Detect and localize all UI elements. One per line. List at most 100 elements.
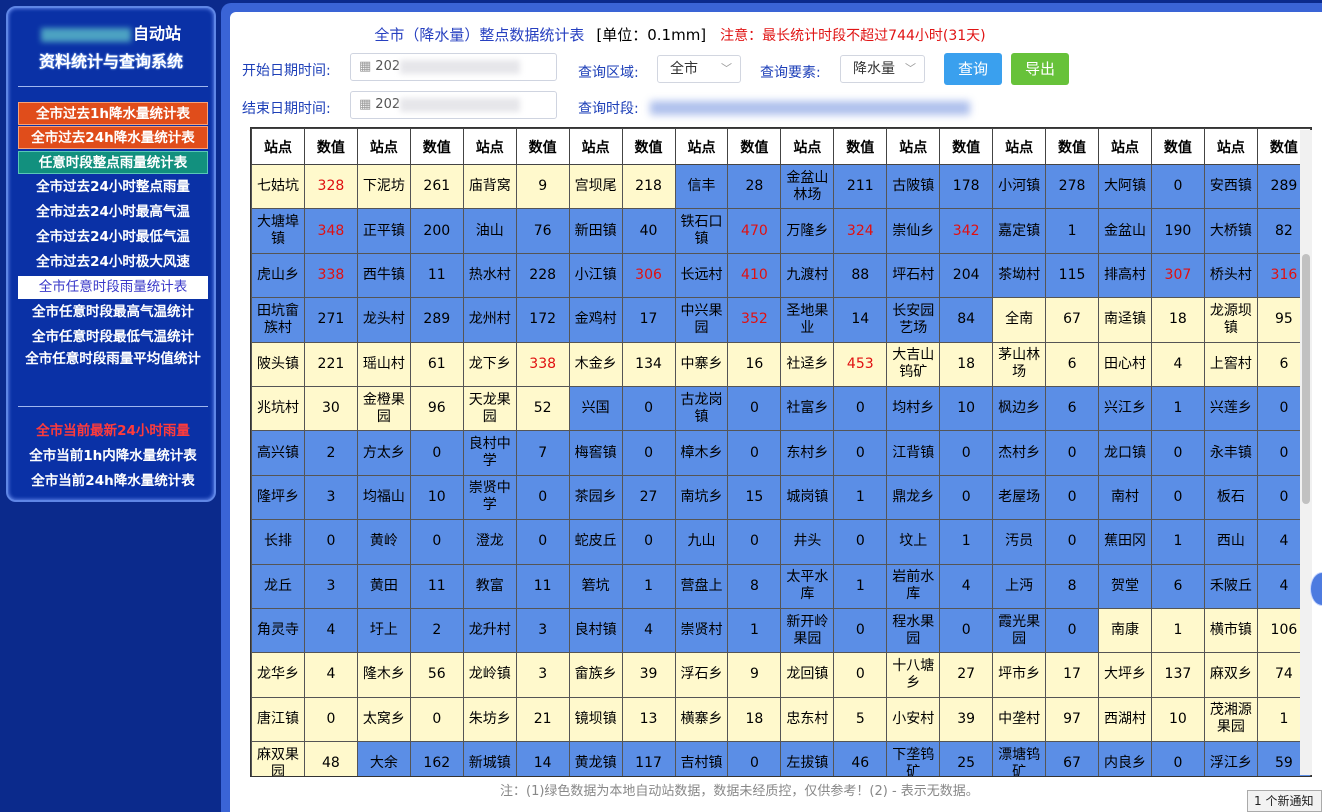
station-cell: 霞光果园 xyxy=(992,607,1047,654)
value-text: 0 xyxy=(644,400,653,417)
station-cell: 虎山乡 xyxy=(251,252,305,299)
menu-item-any-period-min-temp[interactable]: 全市任意时段最低气温统计 xyxy=(18,326,208,349)
table-row: 麻双果园 48 大余 162 新城镇 14 黄龙镇 117 吉村镇 0 左拔镇 46 下垄钨矿 25 漂塘钨… xyxy=(251,741,1311,776)
value-text: 0 xyxy=(749,533,759,550)
menu-item-24h-max-temp[interactable]: 全市过去24小时最高气温 xyxy=(18,201,208,224)
value-text: 338 xyxy=(317,266,345,283)
table-row: 长排 0 黄岭 0 澄龙 0 蛇皮丘 0 九山 0 井头 0 坟上 1 汚员 0 蕉田冈 1 西山 4 xyxy=(251,519,1311,565)
value-cell: 84 xyxy=(939,297,994,343)
value-cell: 9 xyxy=(515,163,570,210)
station-cell: 兆坑村 xyxy=(251,385,305,432)
value-text: 221 xyxy=(317,355,345,372)
col-value: 数值 xyxy=(303,128,358,165)
station-cell: 澄龙 xyxy=(462,519,517,565)
menu-item-any-period-hourly[interactable]: 任意时段整点雨量统计表 xyxy=(18,151,208,174)
station-cell: 禾陂丘 xyxy=(1203,563,1258,609)
start-date-input[interactable]: ▦ 202 xyxy=(350,53,557,81)
value-text: 30 xyxy=(321,400,340,417)
value-cell: 39 xyxy=(621,652,676,698)
value-cell: 218 xyxy=(621,163,676,210)
menu-item-24h-max-wind[interactable]: 全市过去24小时极大风速 xyxy=(18,251,208,274)
value-cell: 0 xyxy=(939,474,994,521)
value-text: 328 xyxy=(317,178,345,195)
value-cell: 10 xyxy=(409,474,464,521)
value-text: 7 xyxy=(538,444,548,461)
value-text: 88 xyxy=(851,266,870,283)
station-cell: 永丰镇 xyxy=(1203,430,1258,476)
menu-item-24h-min-temp[interactable]: 全市过去24小时最低气温 xyxy=(18,226,208,249)
scrollbar-thumb[interactable] xyxy=(1302,254,1310,504)
station-cell: 小安村 xyxy=(886,696,941,743)
station-cell: 坟上 xyxy=(886,519,941,565)
station-cell: 十八塘乡 xyxy=(886,652,941,698)
end-date-input[interactable]: ▦ 202 xyxy=(350,91,557,119)
value-cell: 15 xyxy=(727,474,782,521)
value-cell: 27 xyxy=(621,474,676,521)
menu-item-any-period-rain-avg[interactable]: 全市任意时段雨量平均值统计 xyxy=(18,350,208,390)
menu-item-current-24h-rain[interactable]: 全市当前24h降水量统计表 xyxy=(18,470,208,493)
station-cell: 庙背窝 xyxy=(462,163,517,210)
value-cell: 0 xyxy=(303,696,358,743)
value-cell: 1 xyxy=(621,563,676,609)
value-cell: 0 xyxy=(1150,430,1205,476)
divider xyxy=(18,86,208,87)
value-cell: 0 xyxy=(727,519,782,565)
station-cell: 龙华乡 xyxy=(251,652,305,698)
menu-item-24h-hourly-rain[interactable]: 全市过去24小时整点雨量 xyxy=(18,176,208,199)
value-cell: 117 xyxy=(621,741,676,776)
value-cell: 1 xyxy=(833,474,888,521)
area-select[interactable]: 全市 ﹀ xyxy=(657,55,741,83)
value-cell: 4 xyxy=(621,607,676,654)
value-cell: 134 xyxy=(621,341,676,387)
menu-item-current-1h-rain[interactable]: 全市当前1h内降水量统计表 xyxy=(18,445,208,468)
end-date-value: 202 xyxy=(375,97,401,112)
value-text: 25 xyxy=(957,755,976,772)
menu-item-any-period-max-temp[interactable]: 全市任意时段最高气温统计 xyxy=(18,301,208,324)
value-text: 95 xyxy=(1274,311,1293,328)
value-cell: 0 xyxy=(515,474,570,521)
value-cell: 4 xyxy=(1150,341,1205,387)
notification-toast[interactable]: 1 个新通知 xyxy=(1247,790,1322,812)
station-cell: 金盆山林场 xyxy=(780,163,835,210)
value-cell: 0 xyxy=(515,519,570,565)
value-cell: 5 xyxy=(833,696,888,743)
col-station: 站点 xyxy=(992,128,1047,165)
query-button[interactable]: 查询 xyxy=(944,53,1002,85)
menu-item-any-period-rain[interactable]: 全市任意时段雨量统计表 xyxy=(18,276,208,299)
value-cell: 2 xyxy=(303,430,358,476)
value-text: 0 xyxy=(1173,444,1183,461)
value-text: 324 xyxy=(846,222,874,239)
table-body: 七姑坑 328 下泥坊 261 庙背窝 9 宫坝尾 218 信丰 28 金盆山林场 211 古陂镇 178… xyxy=(251,163,1311,776)
start-date-value: 202 xyxy=(375,59,401,74)
value-cell: 67 xyxy=(1045,741,1099,776)
value-text: 134 xyxy=(635,355,662,372)
limit-note: 注意：最长统计时段不超过744小时(31天) xyxy=(720,28,986,44)
menu-item-1h-rain[interactable]: 全市过去1h降水量统计表 xyxy=(18,102,208,125)
station-cell: 龙回镇 xyxy=(780,652,835,698)
value-cell: 48 xyxy=(303,741,358,776)
value-cell: 39 xyxy=(939,696,994,743)
value-cell: 3 xyxy=(515,652,570,698)
menu-item-latest-24h-rain[interactable]: 全市当前最新24小时雨量 xyxy=(18,420,208,443)
table-row: 虎山乡 338 西牛镇 11 热水村 228 小江镇 306 长远村 410 九渡村 88 坪石村 204… xyxy=(251,252,1311,299)
value-cell: 10 xyxy=(1150,696,1205,743)
calendar-icon: ▦ xyxy=(359,97,372,112)
export-button[interactable]: 导出 xyxy=(1011,53,1069,85)
value-text: 0 xyxy=(1173,488,1183,505)
value-text: 0 xyxy=(961,622,971,639)
value-text: 11 xyxy=(427,577,446,594)
value-cell: 0 xyxy=(1045,519,1099,565)
value-text: 96 xyxy=(427,400,446,417)
station-cell: 鼎龙乡 xyxy=(886,474,941,521)
element-value: 降水量 xyxy=(853,61,895,77)
station-cell: 黄龙镇 xyxy=(568,741,623,776)
value-cell: 278 xyxy=(1045,163,1099,210)
menu-item-24h-rain[interactable]: 全市过去24h降水量统计表 xyxy=(18,126,208,149)
table-row: 兆坑村 30 金橙果园 96 天龙果园 52 兴国 0 古龙岗镇 0 社富乡 0 均村乡 10 枫边乡 6 兴江… xyxy=(251,385,1311,432)
value-text: 15 xyxy=(745,488,764,505)
value-text: 1 xyxy=(1173,622,1183,639)
element-select[interactable]: 降水量 ﹀ xyxy=(840,55,925,83)
table-scrollbar[interactable] xyxy=(1300,130,1312,775)
value-text: 67 xyxy=(1063,755,1081,772)
value-text: 14 xyxy=(851,311,870,328)
